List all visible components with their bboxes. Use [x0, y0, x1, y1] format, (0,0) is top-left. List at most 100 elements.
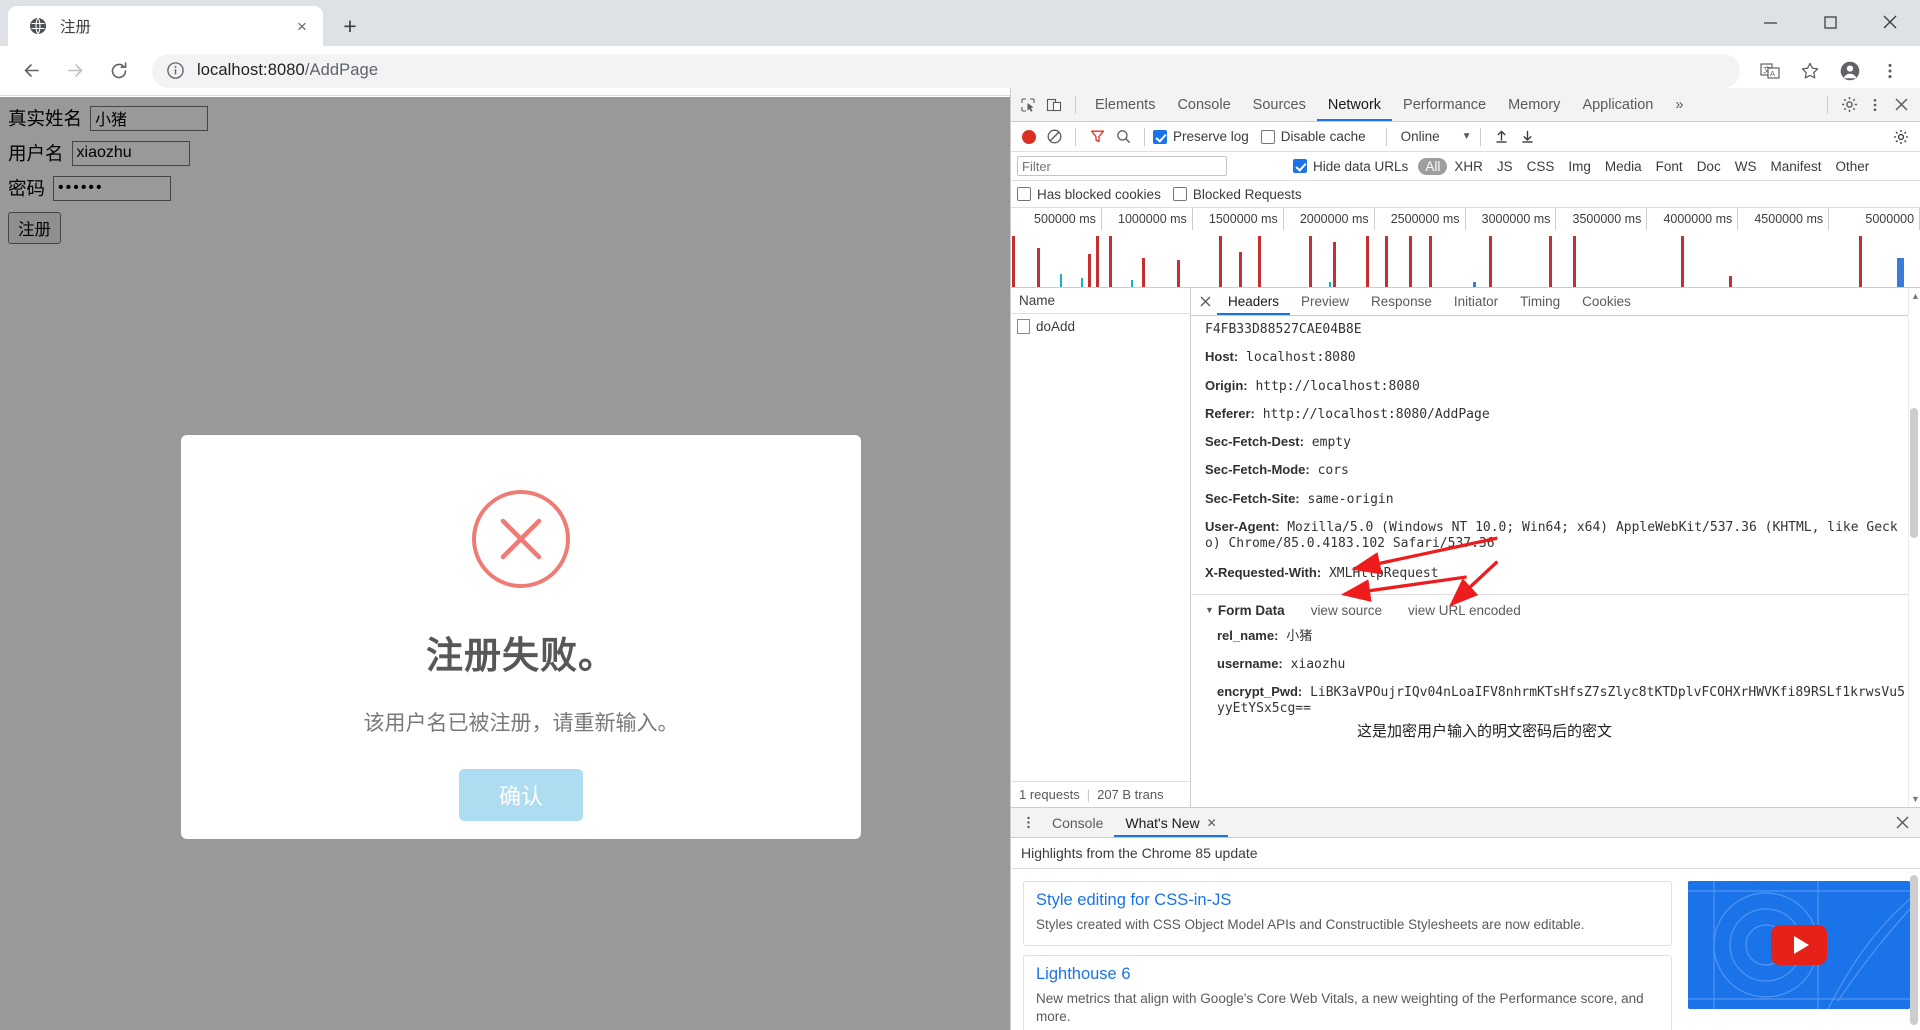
- maximize-button[interactable]: [1800, 0, 1860, 44]
- type-filter-other[interactable]: Other: [1828, 158, 1876, 175]
- address-bar[interactable]: localhost:8080/AddPage: [152, 53, 1740, 88]
- preserve-log-checkbox[interactable]: [1153, 129, 1167, 144]
- tab-console[interactable]: Console: [1166, 88, 1241, 121]
- headers-content: F4FB33D88527CAE04B8E Host: localhost:808…: [1191, 316, 1920, 807]
- drawer-tab-console[interactable]: Console: [1041, 808, 1114, 837]
- list-item[interactable]: Lighthouse 6 New metrics that align with…: [1023, 955, 1672, 1030]
- close-details-icon[interactable]: [1193, 296, 1217, 307]
- detail-tab-response[interactable]: Response: [1360, 288, 1443, 315]
- detail-tab-headers[interactable]: Headers: [1217, 288, 1290, 315]
- header-value: Mozilla/5.0 (Windows NT 10.0; Win64; x64…: [1205, 519, 1898, 551]
- new-tab-button[interactable]: +: [333, 9, 367, 43]
- type-filter-css[interactable]: CSS: [1520, 158, 1562, 175]
- form-data-value: LiBK3aVPOujrIQv04nLoaIFV8nhrmKTsHfsZ7sZl…: [1217, 685, 1905, 717]
- search-icon[interactable]: [1110, 124, 1136, 150]
- header-key: Sec-Fetch-Mode:: [1205, 462, 1310, 478]
- drawer-scrollbar[interactable]: [1908, 869, 1920, 1030]
- network-overview-timeline[interactable]: 500000 ms 1000000 ms 1500000 ms 2000000 …: [1011, 208, 1920, 288]
- detail-tab-initiator[interactable]: Initiator: [1443, 288, 1509, 315]
- translate-icon[interactable]: 文A: [1752, 53, 1788, 89]
- drawer-tab-close-icon[interactable]: ✕: [1207, 816, 1217, 830]
- view-source-link[interactable]: view source: [1311, 603, 1382, 618]
- tab-network[interactable]: Network: [1317, 88, 1392, 121]
- tab-performance[interactable]: Performance: [1392, 88, 1497, 121]
- modal-confirm-button[interactable]: 确认: [459, 769, 583, 821]
- tab-application[interactable]: Application: [1571, 88, 1664, 121]
- type-filter-doc[interactable]: Doc: [1690, 158, 1728, 175]
- resource-type-filters: All XHR JS CSS Img Media Font Doc WS Man…: [1418, 157, 1876, 175]
- type-filter-media[interactable]: Media: [1598, 158, 1649, 175]
- tab-sources[interactable]: Sources: [1242, 88, 1317, 121]
- filter-funnel-icon[interactable]: [1084, 124, 1110, 150]
- tab-memory[interactable]: Memory: [1497, 88, 1571, 121]
- scrollbar-thumb[interactable]: [1910, 408, 1918, 538]
- details-scrollbar[interactable]: ▲ ▼: [1908, 288, 1920, 807]
- info-circle-icon[interactable]: [166, 61, 185, 80]
- network-settings-gear-icon[interactable]: [1888, 124, 1914, 150]
- chevron-down-icon[interactable]: ▼: [1205, 605, 1214, 615]
- drawer-tab-whats-new[interactable]: What's New ✕: [1114, 808, 1227, 837]
- table-row[interactable]: doAdd: [1011, 314, 1190, 338]
- throttling-select[interactable]: Online ▼: [1401, 129, 1472, 144]
- detail-tab-cookies[interactable]: Cookies: [1571, 288, 1642, 315]
- scrollbar-thumb[interactable]: [1910, 875, 1918, 1025]
- more-options-icon[interactable]: [1862, 92, 1888, 118]
- reload-button[interactable]: [100, 52, 138, 90]
- request-rows: doAdd: [1011, 314, 1190, 781]
- scroll-up-icon[interactable]: ▲: [1911, 291, 1920, 301]
- header-key: Sec-Fetch-Dest:: [1205, 434, 1304, 449]
- export-har-icon[interactable]: [1515, 124, 1541, 150]
- profile-avatar-icon[interactable]: [1832, 53, 1868, 89]
- back-button[interactable]: [12, 52, 50, 90]
- scroll-down-icon[interactable]: ▼: [1911, 794, 1920, 804]
- blocked-requests-checkbox[interactable]: [1172, 187, 1187, 201]
- form-data-row: encrypt_Pwd: LiBK3aVPOujrIQv04nLoaIFV8nh…: [1217, 684, 1910, 718]
- view-url-encoded-link[interactable]: view URL encoded: [1408, 603, 1521, 618]
- import-har-icon[interactable]: [1489, 124, 1515, 150]
- request-list: Name doAdd 1 requests | 207 B trans: [1011, 288, 1191, 807]
- type-filter-all[interactable]: All: [1418, 157, 1448, 175]
- close-devtools-icon[interactable]: [1888, 92, 1914, 118]
- form-data-row: username: xiaozhu: [1217, 656, 1910, 673]
- type-filter-manifest[interactable]: Manifest: [1763, 158, 1828, 175]
- has-blocked-cookies-checkbox[interactable]: [1017, 187, 1031, 201]
- chrome-devtools-video-thumbnail[interactable]: [1688, 881, 1910, 1009]
- drawer-tab-bar: Console What's New ✕: [1011, 808, 1920, 838]
- close-window-button[interactable]: [1860, 0, 1920, 44]
- more-menu-icon[interactable]: [1872, 53, 1908, 89]
- settings-gear-icon[interactable]: [1836, 92, 1862, 118]
- header-key: Origin:: [1205, 377, 1248, 393]
- divider: [1479, 127, 1481, 146]
- tab-title: 注册: [60, 19, 92, 36]
- type-filter-xhr[interactable]: XHR: [1447, 158, 1490, 175]
- hide-data-urls-checkbox[interactable]: [1293, 159, 1307, 173]
- detail-tab-preview[interactable]: Preview: [1290, 288, 1360, 315]
- drawer-more-icon[interactable]: [1015, 810, 1041, 836]
- bookmark-star-icon[interactable]: [1792, 53, 1828, 89]
- minimize-button[interactable]: [1740, 0, 1800, 44]
- browser-tab[interactable]: 注册 ×: [8, 6, 323, 46]
- forward-button[interactable]: [56, 52, 94, 90]
- youtube-play-icon[interactable]: [1771, 925, 1827, 965]
- type-filter-font[interactable]: Font: [1649, 158, 1690, 175]
- tab-elements[interactable]: Elements: [1084, 88, 1166, 121]
- filter-input[interactable]: [1017, 156, 1227, 176]
- card-title[interactable]: Style editing for CSS-in-JS: [1036, 891, 1659, 910]
- inspect-element-icon[interactable]: [1015, 92, 1041, 118]
- whats-new-subtitle: Highlights from the Chrome 85 update: [1011, 838, 1920, 869]
- type-filter-ws[interactable]: WS: [1728, 158, 1764, 175]
- device-toolbar-icon[interactable]: [1041, 92, 1067, 118]
- record-button[interactable]: [1022, 129, 1036, 144]
- tab-close-icon[interactable]: ×: [291, 15, 313, 37]
- card-title[interactable]: Lighthouse 6: [1036, 965, 1659, 984]
- list-item[interactable]: Style editing for CSS-in-JS Styles creat…: [1023, 881, 1672, 947]
- detail-tab-timing[interactable]: Timing: [1509, 288, 1571, 315]
- type-filter-img[interactable]: Img: [1561, 158, 1598, 175]
- disable-cache-checkbox[interactable]: [1260, 129, 1275, 144]
- window-controls: [1740, 0, 1920, 44]
- type-filter-js[interactable]: JS: [1490, 158, 1520, 175]
- clear-button[interactable]: [1041, 124, 1067, 150]
- request-list-header[interactable]: Name: [1011, 288, 1190, 314]
- more-tabs-icon[interactable]: »: [1664, 88, 1694, 121]
- close-drawer-icon[interactable]: [1894, 810, 1920, 836]
